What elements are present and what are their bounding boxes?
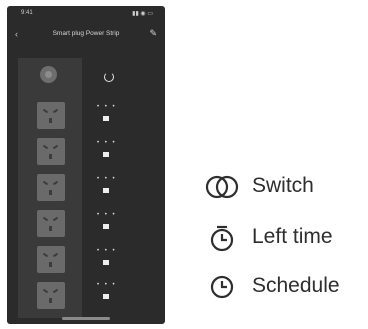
outlet-controls-4[interactable]: • • •: [95, 212, 135, 240]
outlet-6[interactable]: [37, 282, 65, 309]
clock-icon: [210, 275, 234, 299]
outlet-controls-6[interactable]: • • •: [95, 282, 135, 310]
outlet-controls-1[interactable]: • • •: [95, 104, 135, 132]
outlet-controls-2[interactable]: • • •: [95, 140, 135, 168]
switch-all-icon[interactable]: [104, 72, 114, 82]
switch-icon: [205, 175, 239, 199]
legend-left-time: Left time: [204, 222, 368, 252]
legend-switch: Switch: [204, 171, 368, 201]
legend-label-schedule: Schedule: [252, 274, 340, 297]
outlet-controls-3[interactable]: • • •: [95, 176, 135, 204]
status-bar: 9:41 ▮▮ ◉ ▭: [7, 6, 165, 20]
outlet-3[interactable]: [37, 174, 65, 201]
pencil-icon[interactable]: ✎: [149, 28, 157, 39]
app-screenshot: 9:41 ▮▮ ◉ ▭ ‹ Smart plug Power Strip ✎ •…: [7, 6, 165, 324]
legend-label-left-time: Left time: [252, 225, 333, 248]
outlet-2[interactable]: [37, 138, 65, 165]
outlet-5[interactable]: [37, 246, 65, 273]
page-title: Smart plug Power Strip: [52, 30, 120, 37]
master-power-button[interactable]: [18, 60, 82, 90]
legend-label-switch: Switch: [252, 174, 314, 197]
power-strip: [18, 58, 82, 318]
status-time: 9:41: [21, 10, 33, 16]
power-icon: [40, 66, 57, 83]
timer-icon: [210, 225, 234, 252]
home-indicator: [62, 317, 110, 320]
outlet-4[interactable]: [37, 210, 65, 237]
title-bar: ‹ Smart plug Power Strip ✎: [7, 24, 165, 46]
outlet-1[interactable]: [37, 102, 65, 129]
status-icons: ▮▮ ◉ ▭: [132, 11, 153, 17]
outlet-controls-5[interactable]: • • •: [95, 248, 135, 276]
legend-schedule: Schedule: [204, 271, 368, 301]
